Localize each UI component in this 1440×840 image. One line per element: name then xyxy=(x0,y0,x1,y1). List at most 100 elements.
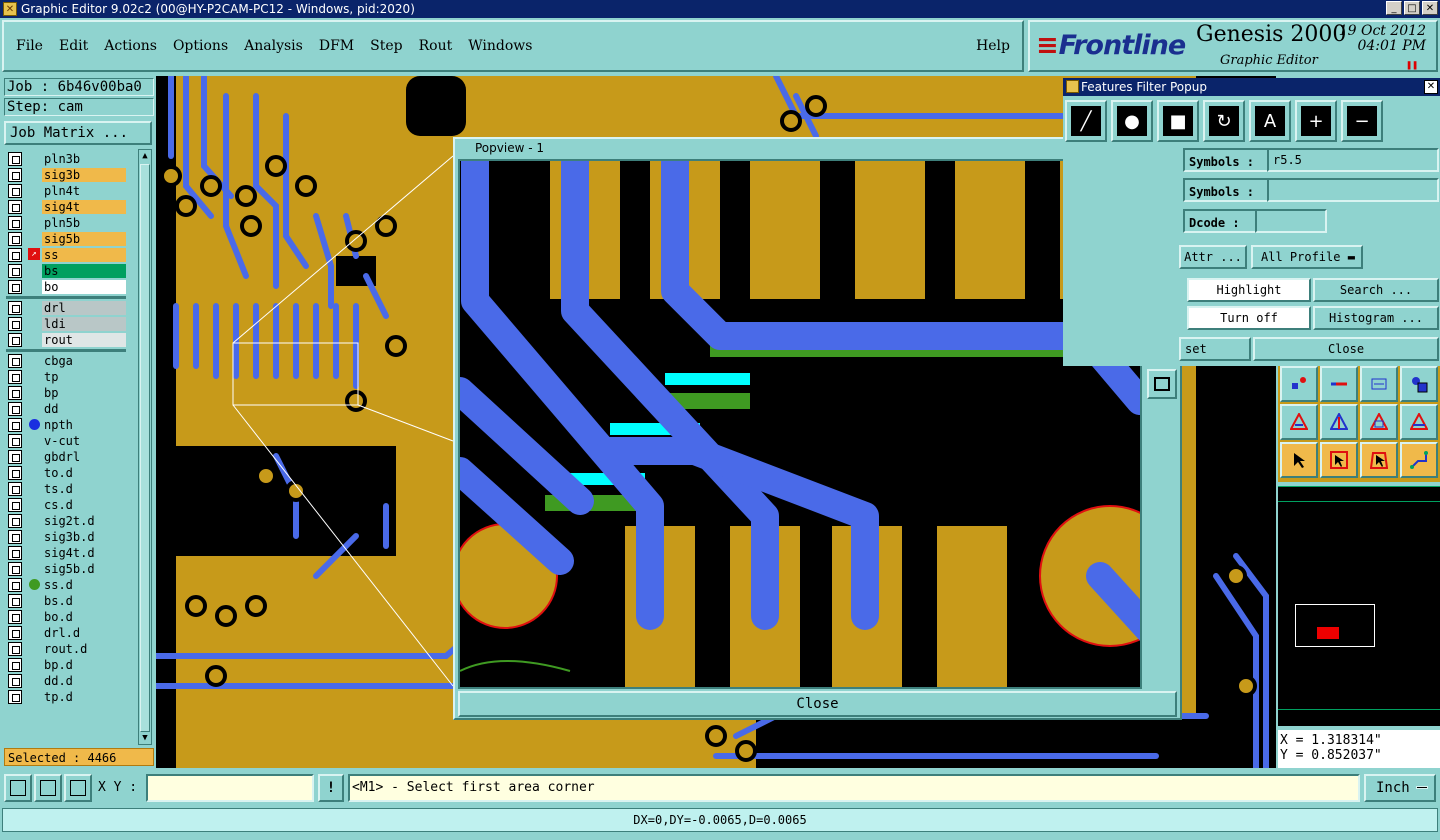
layer-row[interactable]: sig5b.d xyxy=(6,561,126,576)
layer-checkbox[interactable] xyxy=(8,657,22,672)
layer-row[interactable]: sig3b xyxy=(6,167,126,182)
layer-row[interactable]: rout xyxy=(6,332,126,347)
layer-checkbox[interactable] xyxy=(8,673,22,688)
scroll-down-icon[interactable]: ▼ xyxy=(139,732,151,744)
triangle-tool-1-icon[interactable] xyxy=(1280,404,1318,440)
pointer-net-tool-icon[interactable] xyxy=(1400,442,1438,478)
filter-close-icon[interactable]: ✕ xyxy=(1424,80,1438,94)
menu-edit[interactable]: Edit xyxy=(59,38,88,54)
layer-name[interactable]: drl.d xyxy=(42,625,126,640)
layer-checkbox[interactable] xyxy=(8,215,22,230)
layer-row[interactable]: ss ↗ xyxy=(6,247,126,262)
select-pad-tool-icon[interactable] xyxy=(1280,366,1318,402)
layer-row[interactable]: gbdrl xyxy=(6,449,126,464)
layer-name[interactable]: sig5b xyxy=(42,231,126,246)
layer-name[interactable]: tp.d xyxy=(42,689,126,704)
layer-checkbox[interactable] xyxy=(8,332,22,347)
job-matrix-button[interactable]: Job Matrix ... xyxy=(4,121,152,145)
layer-row[interactable]: bs xyxy=(6,263,126,278)
units-select[interactable]: Inch xyxy=(1364,774,1436,802)
layer-checkbox[interactable] xyxy=(8,513,22,528)
layer-row[interactable]: dd xyxy=(6,401,126,416)
layer-row[interactable]: npth xyxy=(6,417,126,432)
layer-row[interactable]: ts.d xyxy=(6,481,126,496)
popview-canvas[interactable] xyxy=(458,159,1142,689)
attr-button[interactable]: Attr ... xyxy=(1179,245,1247,269)
layer-checkbox[interactable] xyxy=(8,316,22,331)
filter-add-icon[interactable]: + xyxy=(1295,100,1337,142)
filter-surface-icon[interactable]: ■ xyxy=(1157,100,1199,142)
layer-name[interactable]: sig4t xyxy=(42,199,126,214)
menu-dfm[interactable]: DFM xyxy=(319,38,354,54)
layer-checkbox[interactable] xyxy=(8,625,22,640)
snap-angle-icon[interactable] xyxy=(34,774,62,802)
triangle-tool-2-icon[interactable] xyxy=(1320,404,1358,440)
minimize-button[interactable]: _ xyxy=(1386,1,1402,15)
layer-row[interactable]: pln4t xyxy=(6,183,126,198)
layer-checkbox[interactable] xyxy=(8,167,22,182)
layer-row[interactable]: dd.d xyxy=(6,673,126,688)
layer-checkbox[interactable] xyxy=(8,641,22,656)
layer-checkbox[interactable] xyxy=(8,481,22,496)
menu-step[interactable]: Step xyxy=(370,38,402,54)
turn-off-button[interactable]: Turn off xyxy=(1187,306,1311,330)
layer-name[interactable]: cbga xyxy=(42,353,126,368)
layer-name[interactable]: sig4t.d xyxy=(42,545,126,560)
layer-row[interactable]: bo.d xyxy=(6,609,126,624)
layer-name[interactable]: bp.d xyxy=(42,657,126,672)
symbols-exclude-input[interactable] xyxy=(1267,178,1439,202)
layer-row[interactable]: sig2t.d xyxy=(6,513,126,528)
layer-checkbox[interactable] xyxy=(8,609,22,624)
layer-checkbox[interactable] xyxy=(8,417,22,432)
filter-pad-icon[interactable]: ● xyxy=(1111,100,1153,142)
layer-name[interactable]: v-cut xyxy=(42,433,126,448)
menu-analysis[interactable]: Analysis xyxy=(244,38,303,54)
pointer-poly-tool-icon[interactable] xyxy=(1360,442,1398,478)
menu-options[interactable]: Options xyxy=(173,38,228,54)
layer-checkbox[interactable] xyxy=(8,199,22,214)
layer-row[interactable]: rout.d xyxy=(6,641,126,656)
layer-checkbox[interactable] xyxy=(8,561,22,576)
symbols-input[interactable]: r5.5 xyxy=(1267,148,1439,172)
menu-help[interactable]: Help xyxy=(976,38,1010,54)
layer-checkbox[interactable] xyxy=(8,529,22,544)
layer-row[interactable]: sig3b.d xyxy=(6,529,126,544)
popview-close-button[interactable]: Close xyxy=(458,691,1177,717)
layer-checkbox[interactable] xyxy=(8,689,22,704)
layer-row[interactable]: sig5b xyxy=(6,231,126,246)
layer-row[interactable]: bo xyxy=(6,279,126,294)
pointer-box-tool-icon[interactable] xyxy=(1320,442,1358,478)
select-line-tool-icon[interactable] xyxy=(1320,366,1358,402)
layer-name[interactable]: dd.d xyxy=(42,673,126,688)
layer-checkbox[interactable] xyxy=(8,545,22,560)
menu-windows[interactable]: Windows xyxy=(468,38,532,54)
layer-name[interactable]: gbdrl xyxy=(42,449,126,464)
layer-row[interactable]: cbga xyxy=(6,353,126,368)
layer-name[interactable]: bp xyxy=(42,385,126,400)
scroll-thumb[interactable] xyxy=(140,164,150,732)
layer-checkbox[interactable] xyxy=(8,183,22,198)
layer-row[interactable]: pln5b xyxy=(6,215,126,230)
layer-checkbox[interactable] xyxy=(8,353,22,368)
filter-remove-icon[interactable]: − xyxy=(1341,100,1383,142)
layer-row[interactable]: sig4t.d xyxy=(6,545,126,560)
layer-checkbox[interactable] xyxy=(8,465,22,480)
layer-row[interactable]: to.d xyxy=(6,465,126,480)
window-close-button[interactable]: ✕ xyxy=(1422,1,1438,15)
pointer-tool-icon[interactable] xyxy=(1280,442,1318,478)
filter-line-icon[interactable]: ╱ xyxy=(1065,100,1107,142)
xy-input[interactable] xyxy=(146,774,314,802)
layer-name[interactable]: sig3b xyxy=(42,167,126,182)
layer-row[interactable]: sig4t xyxy=(6,199,126,214)
layer-name[interactable]: ss.d xyxy=(42,577,126,592)
layer-name[interactable]: bs xyxy=(42,263,126,278)
layer-name[interactable]: drl xyxy=(42,300,126,315)
layer-name[interactable]: sig2t.d xyxy=(42,513,126,528)
highlight-button[interactable]: Highlight xyxy=(1187,278,1311,302)
filter-arc-icon[interactable]: ↻ xyxy=(1203,100,1245,142)
triangle-tool-3-icon[interactable] xyxy=(1360,404,1398,440)
layer-name[interactable]: sig5b.d xyxy=(42,561,126,576)
select-shapes-tool-icon[interactable] xyxy=(1400,366,1438,402)
layer-checkbox[interactable] xyxy=(8,263,22,278)
layer-checkbox[interactable] xyxy=(8,449,22,464)
